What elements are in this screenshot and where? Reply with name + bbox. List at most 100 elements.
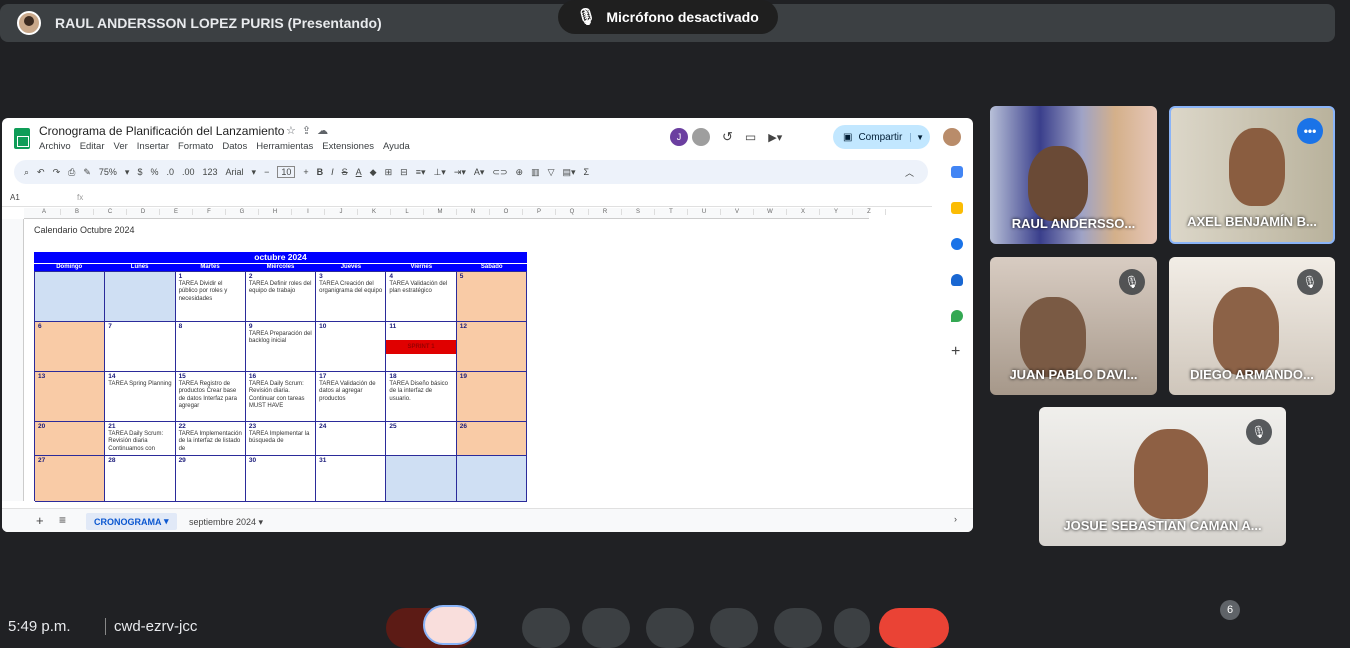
column-header[interactable]: K — [358, 209, 391, 215]
column-header[interactable]: A — [28, 209, 61, 215]
calendar-day-cell[interactable]: 21 TAREA Daily Scrum: Revisión diaria Con… — [105, 422, 176, 456]
menu-ayuda[interactable]: Ayuda — [383, 141, 410, 152]
text-color-button[interactable]: A — [356, 167, 362, 177]
add-sheet-icon[interactable]: + — [36, 513, 44, 528]
calendar-day-cell[interactable]: 1 TAREA Dividir el público por roles y ne… — [175, 272, 246, 322]
menu-insertar[interactable]: Insertar — [137, 141, 169, 152]
print-icon[interactable]: ⎙ — [68, 167, 75, 178]
calendar-day-cell[interactable]: 31 — [316, 456, 387, 502]
menu-datos[interactable]: Datos — [222, 141, 247, 152]
calendar-day-cell[interactable]: 3 TAREA Creación del organigrama del equi… — [316, 272, 387, 322]
column-header[interactable]: G — [226, 209, 259, 215]
title-icons[interactable]: ☆⇪☁ — [286, 124, 334, 137]
chart-icon[interactable]: ▥ — [531, 167, 540, 178]
column-header[interactable]: S — [622, 209, 655, 215]
calendar-day-cell[interactable]: 29 — [175, 456, 246, 502]
comment-icon[interactable]: ▭ — [745, 130, 756, 144]
tab-cronograma[interactable]: CRONOGRAMA ▾ — [86, 513, 177, 530]
camera-button[interactable] — [522, 608, 570, 648]
name-box[interactable]: A1 — [10, 193, 65, 202]
paint-format-icon[interactable]: ✎ — [83, 167, 91, 178]
strikethrough-button[interactable]: S — [342, 167, 348, 177]
menu-extensiones[interactable]: Extensiones — [322, 141, 374, 152]
calendar-day-cell[interactable] — [386, 456, 457, 502]
column-header[interactable]: U — [688, 209, 721, 215]
rotate-icon[interactable]: A▾ — [474, 167, 485, 178]
calendar-day-cell[interactable]: 4 TAREA Validación del plan estratégico — [386, 272, 457, 322]
fill-color-icon[interactable]: ◆ — [370, 167, 377, 178]
participant-tile[interactable]: 🎙︎ JOSUE SEBASTIAN CAMAN A... — [1039, 407, 1286, 546]
link-icon[interactable]: ⊂⊃ — [492, 167, 507, 178]
increase-decimal-button[interactable]: .00 — [182, 167, 195, 177]
menu-ver[interactable]: Ver — [114, 141, 128, 152]
all-sheets-icon[interactable]: ≡ — [59, 513, 66, 527]
column-header[interactable]: R — [589, 209, 622, 215]
column-header[interactable]: E — [160, 209, 193, 215]
column-header[interactable]: W — [754, 209, 787, 215]
calendar-day-cell[interactable]: 18 TAREA Diseño básico de la interfaz de … — [386, 372, 457, 422]
calendar-day-cell[interactable]: 13 — [35, 372, 106, 422]
calendar-day-cell[interactable]: 9 TAREA Preparación del backlog inicial — [245, 322, 317, 372]
calendar-day-cell[interactable] — [105, 272, 176, 322]
menu-formato[interactable]: Formato — [178, 141, 213, 152]
more-options-icon[interactable]: ••• — [1297, 118, 1323, 144]
font-size-minus[interactable]: − — [264, 167, 269, 177]
calendar-day-cell[interactable]: 25 — [386, 422, 457, 456]
calendar-day-cell[interactable]: 16 TAREA Daily Scrum: Revisión diaria. Co… — [245, 372, 317, 422]
tasks-icon[interactable] — [951, 238, 963, 250]
meet-icon[interactable]: ▶▾ — [768, 131, 782, 144]
star-icon[interactable]: ☆ — [286, 125, 302, 137]
currency-button[interactable]: $ — [137, 167, 142, 177]
undo-icon[interactable]: ↶ — [37, 167, 45, 178]
font-select[interactable]: Arial — [226, 167, 244, 177]
align-icon[interactable]: ≡▾ — [416, 167, 426, 178]
history-icon[interactable]: ↺ — [722, 129, 733, 145]
number-format-button[interactable]: 123 — [203, 167, 218, 177]
participant-tile-speaking[interactable]: ••• AXEL BENJAMÍN B... — [1169, 106, 1335, 244]
present-button[interactable] — [710, 608, 758, 648]
menu-editar[interactable]: Editar — [80, 141, 105, 152]
collapse-icon[interactable]: ︿ — [905, 166, 914, 179]
contacts-icon[interactable] — [951, 274, 963, 286]
participant-tile[interactable]: RAUL ANDERSSO... — [990, 106, 1157, 244]
calendar-day-cell[interactable]: 20 — [35, 422, 106, 456]
calendar-day-cell[interactable]: 28 — [105, 456, 176, 502]
column-header[interactable]: Z — [853, 209, 886, 215]
calendar-day-cell[interactable]: 27 — [35, 456, 106, 502]
calendar-day-cell[interactable]: 11 SPRINT 1 — [386, 322, 457, 372]
redo-icon[interactable]: ↷ — [53, 167, 61, 178]
comment-add-icon[interactable]: ⊕ — [516, 167, 524, 178]
column-header[interactable]: H — [259, 209, 292, 215]
font-size-input[interactable]: 10 — [277, 166, 296, 178]
calendar-day-cell[interactable]: 7 — [105, 322, 176, 372]
calendar-day-cell[interactable]: 23 TAREA Implementar la búsqueda de — [245, 422, 317, 456]
column-header[interactable]: B — [61, 209, 94, 215]
collaborator-avatar[interactable]: J — [670, 128, 688, 146]
borders-icon[interactable]: ⊞ — [385, 167, 393, 178]
cloud-icon[interactable]: ☁ — [317, 125, 334, 137]
calendar-day-cell[interactable]: 30 — [245, 456, 317, 502]
calendar-day-cell[interactable]: 26 — [456, 422, 527, 456]
column-header[interactable]: M — [424, 209, 457, 215]
document-title[interactable]: Cronograma de Planificación del Lanzamie… — [39, 124, 284, 138]
move-icon[interactable]: ⇪ — [302, 125, 317, 137]
account-avatar[interactable] — [943, 128, 961, 146]
valign-icon[interactable]: ⊥▾ — [433, 167, 445, 178]
italic-button[interactable]: I — [331, 167, 334, 177]
column-header[interactable]: D — [127, 209, 160, 215]
calendar-day-cell[interactable]: 22 TAREA Implementación de la interfaz de… — [175, 422, 246, 456]
calendar-day-cell[interactable]: 5 — [456, 272, 527, 322]
calendar-day-cell[interactable]: 17 TAREA Validación de datos al agregar p… — [316, 372, 387, 422]
calendar-icon[interactable] — [951, 166, 963, 178]
column-header[interactable]: Q — [556, 209, 589, 215]
column-header[interactable]: F — [193, 209, 226, 215]
leave-call-button[interactable] — [879, 608, 949, 648]
keep-icon[interactable] — [951, 202, 963, 214]
decrease-decimal-button[interactable]: .0 — [166, 167, 174, 177]
mic-off-button[interactable] — [423, 605, 477, 645]
column-header[interactable]: T — [655, 209, 688, 215]
column-header[interactable]: J — [325, 209, 358, 215]
tab-septiembre[interactable]: septiembre 2024 ▾ — [189, 517, 263, 528]
maps-icon[interactable] — [951, 310, 963, 322]
calendar-day-cell[interactable]: 24 — [316, 422, 387, 456]
